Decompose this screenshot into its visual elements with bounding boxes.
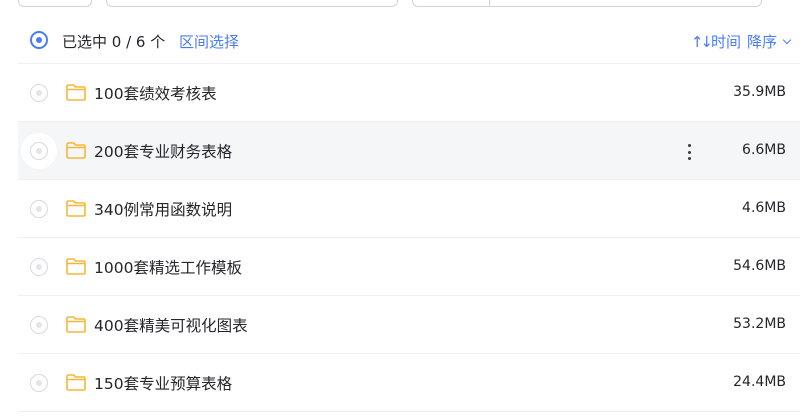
file-row[interactable]: 1000套精选工作模板 54.6MB <box>18 238 800 296</box>
row-select-radio[interactable] <box>30 316 48 334</box>
file-row[interactable]: 340例常用函数说明 4.6MB <box>18 180 800 238</box>
folder-icon <box>66 258 86 275</box>
file-name[interactable]: 200套专业财务表格 <box>94 140 232 162</box>
range-select-link[interactable]: 区间选择 <box>179 31 239 52</box>
toolbar-field[interactable] <box>106 0 398 7</box>
file-size: 24.4MB <box>733 374 786 390</box>
file-row[interactable]: 100套绩效考核表 35.9MB <box>18 64 800 122</box>
divider <box>489 0 490 6</box>
select-all-radio[interactable] <box>30 31 48 49</box>
file-name[interactable]: 400套精美可视化图表 <box>94 314 248 336</box>
file-size: 53.2MB <box>733 316 786 332</box>
more-options-icon[interactable] <box>682 140 698 164</box>
sort-updown-icon: ↑↓ <box>690 32 713 51</box>
chevron-down-icon <box>782 35 792 44</box>
selection-bar: 已选中 0 / 6 个 区间选择 ↑↓ 时间 降序 <box>18 18 800 64</box>
folder-icon <box>66 142 86 159</box>
sort-field-label: 时间 <box>710 33 741 51</box>
file-size: 54.6MB <box>733 258 786 274</box>
row-select-radio[interactable] <box>30 142 48 160</box>
row-select-radio[interactable] <box>30 200 48 218</box>
toolbar-button[interactable] <box>18 0 92 7</box>
file-size: 4.6MB <box>742 200 786 216</box>
folder-icon <box>66 374 86 391</box>
file-size: 6.6MB <box>742 142 786 158</box>
selection-count: 已选中 0 / 6 个 <box>62 33 166 51</box>
row-select-radio[interactable] <box>30 258 48 276</box>
folder-icon <box>66 200 86 217</box>
file-row[interactable]: 200套专业财务表格 6.6MB <box>18 122 800 180</box>
file-name[interactable]: 150套专业预算表格 <box>94 372 232 394</box>
file-name[interactable]: 1000套精选工作模板 <box>94 256 242 278</box>
file-row[interactable]: 150套专业预算表格 24.4MB <box>18 354 800 412</box>
folder-icon <box>66 316 86 333</box>
file-name[interactable]: 100套绩效考核表 <box>94 82 217 104</box>
file-row[interactable]: 400套精美可视化图表 53.2MB <box>18 296 800 354</box>
row-select-radio[interactable] <box>30 374 48 392</box>
file-list: 100套绩效考核表 35.9MB 200套专业财务表格 6.6MB 340例常用… <box>18 64 800 412</box>
sort-control[interactable]: ↑↓ 时间 降序 <box>690 31 792 52</box>
file-name[interactable]: 340例常用函数说明 <box>94 198 232 220</box>
folder-icon <box>66 84 86 101</box>
row-select-radio[interactable] <box>30 84 48 102</box>
sort-order-label: 降序 <box>746 33 777 51</box>
search-box[interactable] <box>412 0 762 7</box>
top-toolbar <box>0 0 800 16</box>
file-size: 35.9MB <box>733 84 786 100</box>
